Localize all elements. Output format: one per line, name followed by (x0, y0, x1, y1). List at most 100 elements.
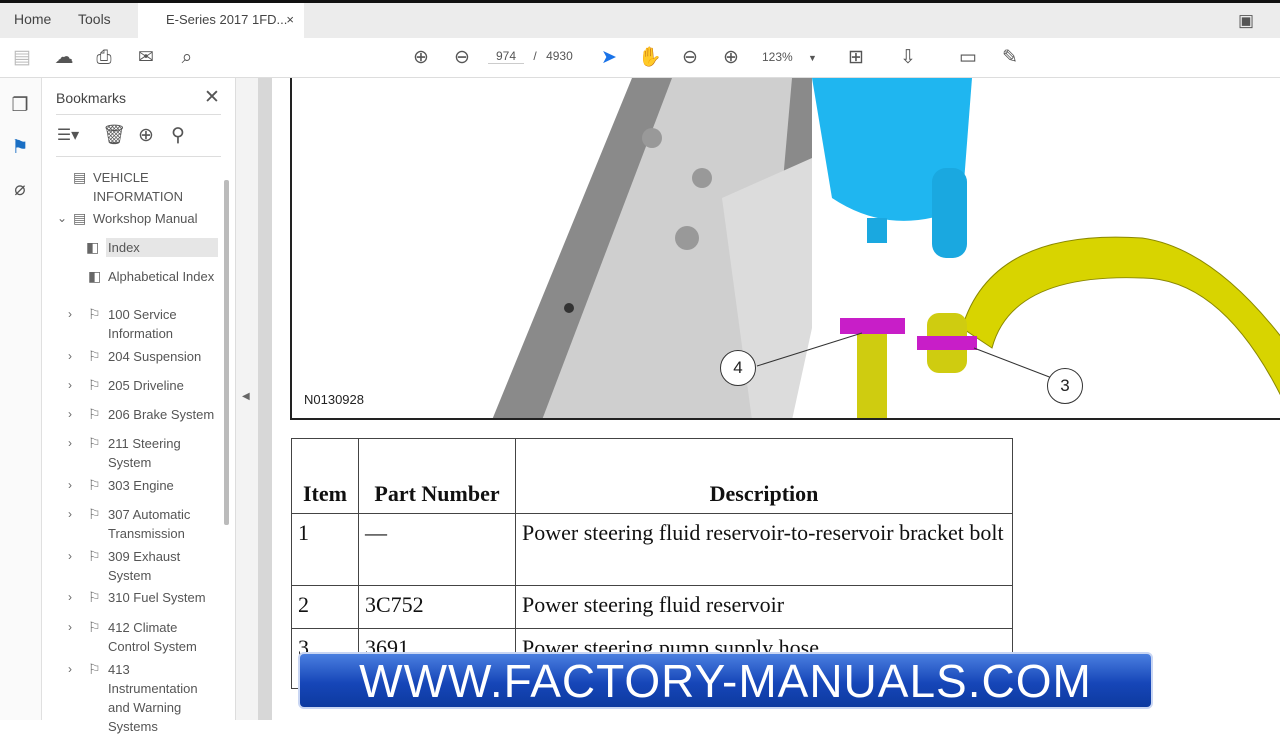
attachment-icon[interactable]: ⌀ (8, 178, 32, 202)
bookmark-label: 211 Steering System (108, 436, 181, 470)
pen-icon[interactable]: ✎ (998, 46, 1022, 70)
print-icon[interactable]: ⎙ (92, 46, 116, 70)
bookmark-label: 413 Instrumentation and Warning Systems (108, 662, 198, 734)
bookmark-label: Index (108, 240, 140, 255)
bookmark-label: 204 Suspension (108, 349, 202, 364)
chevron-right-icon[interactable]: › (68, 434, 72, 453)
tab-bar: Home Tools E-Series 2017 1FD... × ▣ (0, 0, 1280, 38)
bookmark-item[interactable]: ▤ VEHICLE INFORMATION (73, 168, 203, 206)
close-tab-icon[interactable]: × (286, 3, 294, 36)
page-fit-icon[interactable]: ⊞ (844, 46, 868, 70)
bookmarks-panel: Bookmarks ✕ ☰▾ 🗑 ⊕ ⚲ ▤ VEHICLE INFORMATIO… (42, 78, 235, 734)
zoom-dropdown[interactable]: 123% ▼ (762, 50, 817, 64)
previous-page-icon[interactable]: ⊕ (409, 46, 433, 70)
total-pages: 4930 (546, 49, 573, 63)
bookmark-label: VEHICLE INFORMATION (93, 170, 184, 204)
bookmark-label: 310 Fuel System (108, 590, 206, 605)
comment-icon[interactable]: ▣ (1234, 9, 1258, 33)
close-icon[interactable]: ✕ (200, 86, 224, 110)
bookmark-item[interactable]: › ⚐ 309 Exhaust System (68, 547, 220, 585)
zoom-out-icon[interactable]: ⊖ (678, 46, 702, 70)
tab-home[interactable]: Home (14, 3, 51, 38)
find-bookmark-icon[interactable]: ⚲ (166, 124, 190, 148)
header-part-number: Part Number (358, 438, 516, 514)
bookmark-icon: ⚐ (88, 619, 101, 635)
chevron-right-icon[interactable]: › (68, 588, 72, 607)
bookmark-item[interactable]: › ⚐ 204 Suspension (68, 347, 220, 366)
bookmark-label: 303 Engine (108, 478, 174, 493)
chevron-right-icon[interactable]: › (68, 547, 72, 566)
bookmark-item-selected[interactable]: ◧ Index (86, 238, 218, 257)
bookmark-label: 100 Service Information (108, 307, 177, 341)
chevron-right-icon[interactable]: › (68, 305, 72, 324)
chevron-right-icon[interactable]: › (68, 505, 72, 524)
cell: 3C752 (358, 585, 516, 629)
bookmark-icon: ⚐ (88, 435, 101, 451)
cell: Power steering fluid reservoir-to-reserv… (515, 513, 1013, 586)
bookmark-item[interactable]: › ⚐ 310 Fuel System (68, 588, 220, 607)
bookmark-item[interactable]: › ⚐ 307 Automatic Transmission (68, 505, 220, 543)
bookmark-item[interactable]: › ⚐ 206 Brake System (68, 405, 220, 424)
upload-cloud-icon[interactable]: ☁ (52, 46, 76, 70)
tab-document-label: E-Series 2017 1FD... (166, 12, 288, 27)
bookmark-label: 309 Exhaust System (108, 549, 181, 583)
chevron-down-icon[interactable]: ⌄ (57, 209, 67, 228)
zoom-in-icon[interactable]: ⊕ (719, 46, 743, 70)
chevron-right-icon[interactable]: › (68, 405, 72, 424)
bookmark-icon: ⚐ (88, 377, 101, 393)
cell: — (358, 513, 516, 586)
scroll-mode-icon[interactable]: ⇩ (896, 46, 920, 70)
tab-document[interactable]: E-Series 2017 1FD... × (138, 3, 304, 38)
bookmark-icon: ⚐ (88, 548, 101, 564)
bookmark-icon: ⚐ (88, 589, 101, 605)
tab-tools[interactable]: Tools (78, 3, 111, 38)
bookmark-icon: ⚐ (88, 477, 101, 493)
callout-4: 4 (720, 350, 756, 386)
collapse-arrow-icon[interactable]: ◀ (242, 391, 250, 402)
bookmarks-title: Bookmarks (56, 90, 127, 106)
chevron-right-icon[interactable]: › (68, 476, 72, 495)
doc-icon: ▤ (73, 210, 87, 226)
zoom-value: 123% (762, 50, 793, 64)
bookmark-item[interactable]: › ⚐ 412 Climate Control System (68, 618, 220, 656)
current-page-input[interactable]: 974 (488, 49, 525, 64)
add-bookmark-icon[interactable]: ⊕ (134, 124, 158, 148)
panel-scrollbar[interactable] (224, 180, 229, 525)
cell: Power steering fluid reservoir (515, 585, 1013, 629)
steering-reservoir-drawing (492, 78, 1280, 418)
bookmark-icon: ⚐ (88, 306, 101, 322)
bookmark-item[interactable]: › ⚐ 100 Service Information (68, 305, 220, 343)
hand-tool-icon[interactable]: ✋ (638, 46, 662, 70)
search-icon[interactable]: ⌕ (175, 46, 199, 70)
delete-icon[interactable]: 🗑 (102, 124, 126, 148)
chevron-right-icon[interactable]: › (68, 376, 72, 395)
bookmark-icon[interactable]: ⚑ (8, 136, 32, 160)
next-page-icon[interactable]: ⊖ (450, 46, 474, 70)
bookmark-item[interactable]: ◧ Alphabetical Index (88, 267, 215, 286)
chevron-right-icon[interactable]: › (68, 660, 72, 679)
bookmark-icon: ⚐ (88, 506, 101, 522)
panel-divider[interactable]: ◀ (235, 78, 258, 720)
chevron-right-icon[interactable]: › (68, 618, 72, 637)
options-menu-icon[interactable]: ☰▾ (56, 124, 80, 148)
bookmark-label: 205 Driveline (108, 378, 184, 393)
bookmark-item[interactable]: › ⚐ 413 Instrumentation and Warning System… (68, 660, 220, 736)
mail-icon[interactable]: ✉ (134, 46, 158, 70)
index-icon: ◧ (86, 239, 100, 255)
save-icon[interactable]: ▤ (10, 46, 34, 70)
select-cursor-icon[interactable]: ➤ (597, 46, 621, 70)
page-navigator: 974 / 4930 (488, 49, 573, 64)
header-description: Description (515, 438, 1013, 514)
comment-tool-icon[interactable]: ▭ (956, 46, 980, 70)
cell: 2 (291, 585, 359, 629)
pages-icon[interactable]: ❐ (8, 94, 32, 118)
table-row: 1— Power steering fluid reservoir-to-rese… (291, 513, 1013, 586)
bookmark-item[interactable]: › ⚐ 303 Engine (68, 476, 220, 495)
chevron-right-icon[interactable]: › (68, 347, 72, 366)
left-rail: ❐ ⚑ ⌀ (0, 78, 42, 720)
bookmark-item[interactable]: › ⚐ 205 Driveline (68, 376, 220, 395)
bookmark-item[interactable]: › ⚐ 211 Steering System (68, 434, 220, 472)
bookmark-label: Alphabetical Index (108, 269, 215, 284)
bookmark-item[interactable]: ⌄ ▤ Workshop Manual (57, 209, 198, 228)
watermark-banner: WWW.FACTORY-MANUALS.COM (298, 652, 1153, 709)
